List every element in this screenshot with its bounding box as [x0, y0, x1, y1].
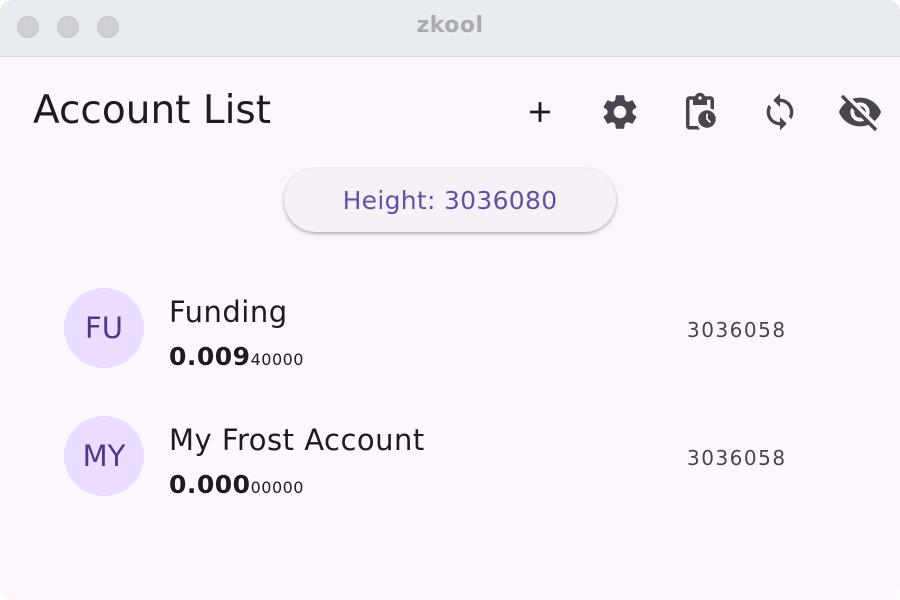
- page-title: Account List: [33, 88, 272, 133]
- settings-button[interactable]: [596, 88, 644, 136]
- gear-icon: [603, 95, 637, 129]
- account-balance: 0.00000000: [169, 470, 304, 499]
- account-row-my-frost-account[interactable]: MY My Frost Account 0.00000000 3036058: [0, 393, 900, 521]
- sync-button[interactable]: [756, 88, 804, 136]
- clipboard-clock-icon: [686, 92, 716, 130]
- account-name: Funding: [169, 295, 288, 329]
- window-title: zkool: [416, 13, 484, 38]
- hide-balance-button[interactable]: [836, 88, 884, 136]
- avatar: FU: [64, 288, 144, 368]
- plus-icon: [530, 102, 550, 122]
- avatar: MY: [64, 416, 144, 496]
- balance-main-digits: 0.000: [169, 470, 251, 499]
- balance-small-digits: 40000: [250, 350, 304, 369]
- account-row-funding[interactable]: FU Funding 0.00940000 3036058: [0, 265, 900, 393]
- account-sync-height: 3036058: [687, 446, 787, 470]
- sync-icon: [766, 93, 794, 131]
- avatar-initials: MY: [82, 439, 126, 473]
- balance-main-digits: 0.009: [169, 342, 251, 371]
- eye-off-icon: [838, 94, 882, 132]
- account-sync-height: 3036058: [687, 318, 787, 342]
- app-window: zkool Account List Height: 3036080 FU Fu…: [0, 0, 900, 600]
- balance-small-digits: 00000: [250, 478, 304, 497]
- window-titlebar[interactable]: zkool: [0, 0, 900, 57]
- add-account-button[interactable]: [516, 88, 564, 136]
- avatar-initials: FU: [85, 311, 123, 345]
- account-balance: 0.00940000: [169, 342, 304, 371]
- current-height-label: Height: 3036080: [342, 185, 558, 215]
- pending-transactions-button[interactable]: [676, 88, 724, 136]
- account-name: My Frost Account: [169, 423, 425, 457]
- current-height-chip[interactable]: Height: 3036080: [284, 168, 616, 232]
